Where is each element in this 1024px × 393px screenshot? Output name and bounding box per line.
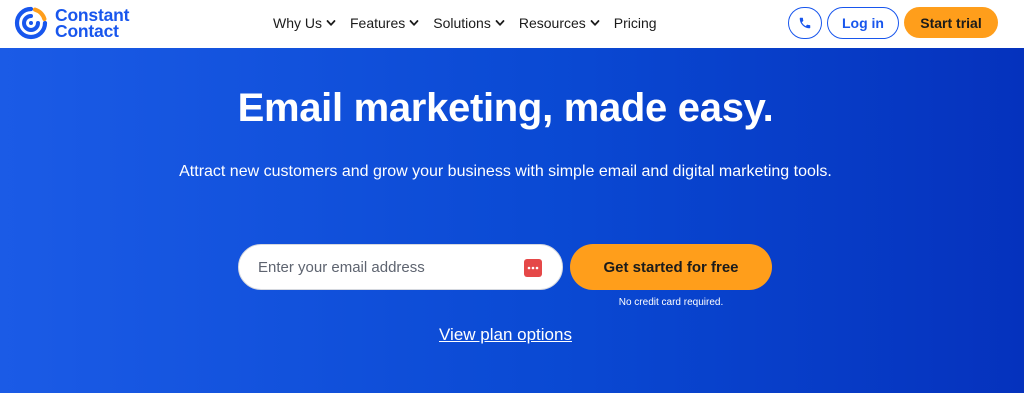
phone-icon bbox=[799, 17, 811, 29]
chevron-down-icon bbox=[495, 20, 505, 26]
brand-logo[interactable]: Constant Contact bbox=[13, 5, 129, 41]
login-button[interactable]: Log in bbox=[827, 7, 899, 39]
constant-contact-logo-icon bbox=[14, 6, 48, 40]
nav-label: Features bbox=[350, 15, 406, 31]
email-field-wrapper bbox=[238, 244, 563, 290]
chevron-down-icon bbox=[326, 20, 336, 26]
no-credit-card-note: No credit card required. bbox=[618, 297, 724, 308]
site-header: Constant Contact Why Us Features Solutio… bbox=[0, 0, 1024, 48]
main-nav: Why Us Features Solutions Resources Pric… bbox=[273, 0, 671, 46]
nav-item-pricing[interactable]: Pricing bbox=[614, 15, 657, 31]
email-field[interactable] bbox=[239, 245, 562, 289]
chevron-down-icon bbox=[409, 20, 419, 26]
nav-item-solutions[interactable]: Solutions bbox=[433, 15, 505, 31]
phone-button[interactable] bbox=[788, 7, 822, 39]
nav-label: Resources bbox=[518, 15, 586, 31]
view-plan-options-link[interactable]: View plan options bbox=[0, 325, 1011, 345]
hero-section: Email marketing, made easy. Attract new … bbox=[0, 48, 1024, 393]
nav-label: Pricing bbox=[613, 15, 657, 31]
nav-label: Why Us bbox=[273, 15, 322, 31]
nav-item-features[interactable]: Features bbox=[350, 15, 419, 31]
nav-label: Solutions bbox=[433, 15, 491, 31]
chevron-down-icon bbox=[590, 20, 600, 26]
hero-title: Email marketing, made easy. bbox=[237, 86, 774, 130]
brand-name-line2: Contact bbox=[55, 21, 119, 41]
nav-item-resources[interactable]: Resources bbox=[519, 15, 600, 31]
start-trial-button[interactable]: Start trial bbox=[904, 7, 998, 38]
dots-icon bbox=[527, 266, 539, 270]
hero-subtitle: Attract new customers and grow your busi… bbox=[179, 163, 832, 180]
nav-item-why-us[interactable]: Why Us bbox=[273, 15, 336, 31]
brand-name: Constant Contact bbox=[55, 6, 129, 41]
password-manager-icon[interactable] bbox=[524, 259, 542, 277]
get-started-button[interactable]: Get started for free bbox=[570, 244, 772, 290]
